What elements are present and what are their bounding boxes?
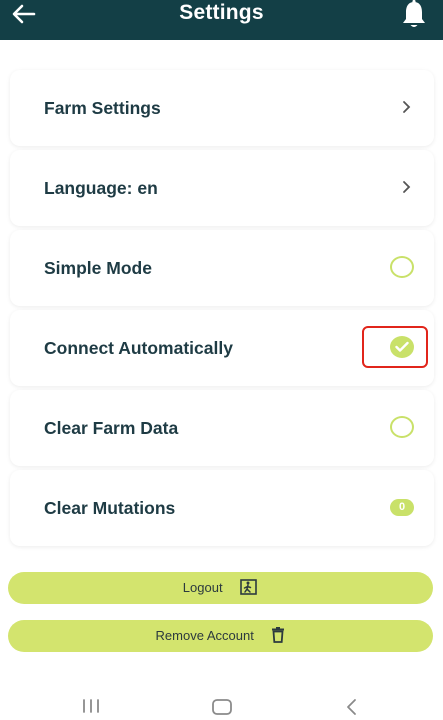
clear-farm-data-label: Clear Farm Data [44, 418, 179, 438]
exit-door-icon [240, 579, 257, 595]
farm-settings-item[interactable]: Farm Settings [10, 70, 434, 146]
chevron-right-icon [403, 101, 411, 113]
farm-settings-label: Farm Settings [44, 98, 161, 118]
recents-icon[interactable] [80, 698, 102, 714]
remove-account-label: Remove Account [155, 628, 254, 643]
connect-automatically-label: Connect Automatically [44, 338, 233, 358]
connect-automatically-toggle[interactable] [390, 336, 414, 358]
clear-mutations-label: Clear Mutations [44, 498, 176, 518]
app-header: Settings [0, 0, 443, 40]
trash-icon [272, 627, 285, 643]
logout-label: Logout [182, 580, 223, 595]
chevron-right-icon [403, 181, 411, 193]
mutations-count-badge: 0 [390, 499, 414, 516]
simple-mode-toggle[interactable] [390, 256, 414, 278]
simple-mode-label: Simple Mode [44, 258, 152, 278]
clear-farm-data-toggle[interactable] [390, 416, 414, 438]
clear-mutations-item[interactable]: Clear Mutations 0 [10, 470, 434, 546]
remove-account-button[interactable]: Remove Account [8, 620, 433, 652]
back-chevron-icon[interactable] [345, 698, 359, 716]
language-item[interactable]: Language: en [10, 150, 434, 226]
connect-automatically-item: Connect Automatically [10, 310, 434, 386]
clear-farm-data-item: Clear Farm Data [10, 390, 434, 466]
language-label: Language: en [44, 178, 158, 198]
page-title: Settings [179, 1, 264, 24]
simple-mode-item: Simple Mode [10, 230, 434, 306]
bell-icon[interactable] [399, 0, 429, 28]
logout-button[interactable]: Logout [8, 572, 433, 604]
home-icon[interactable] [211, 698, 233, 716]
checkmark-icon [395, 341, 409, 352]
system-navigation-bar [0, 690, 443, 720]
